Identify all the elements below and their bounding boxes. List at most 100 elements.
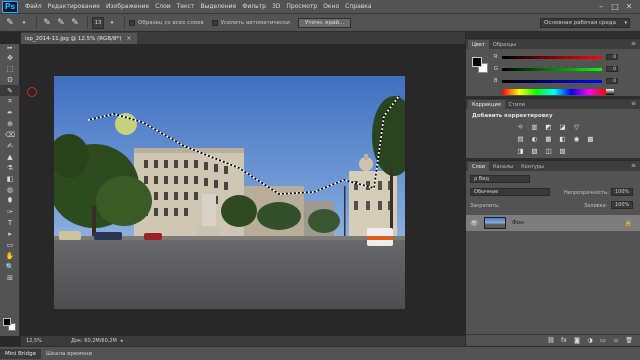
invert-icon[interactable]: ◨ [516, 147, 525, 155]
blue-track[interactable] [502, 79, 602, 83]
tab-mini-bridge[interactable]: Mini Bridge [0, 348, 41, 359]
posterize-icon[interactable]: ▧ [530, 147, 539, 155]
threshold-icon[interactable]: ◫ [544, 147, 553, 155]
new-adjustment-layer-icon[interactable]: ◑ [585, 337, 595, 345]
foreground-background-swatches[interactable] [3, 318, 17, 332]
color-balance-icon[interactable]: ◐ [530, 135, 539, 143]
visibility-eye-icon[interactable]: 👁 [468, 220, 480, 227]
workspace-select[interactable]: Основная рабочая среда ▾ [540, 18, 630, 28]
exposure-icon[interactable]: ◪ [558, 123, 567, 131]
menu-view[interactable]: Просмотр [283, 3, 320, 10]
opacity-field[interactable]: 100% [611, 188, 633, 196]
tab-channels[interactable]: Каналы [489, 162, 517, 171]
new-group-icon[interactable]: ▭ [598, 337, 608, 345]
curves-icon[interactable]: ◩ [544, 123, 553, 131]
document-image[interactable] [54, 76, 405, 309]
status-menu-arrow-icon[interactable]: ▸ [121, 338, 124, 344]
tab-swatches[interactable]: Образцы [489, 40, 520, 49]
panel-menu-icon[interactable]: ≡ [631, 162, 636, 169]
type-tool-icon[interactable]: T [0, 217, 20, 228]
channel-mixer-icon[interactable]: ◉ [572, 135, 581, 143]
menu-image[interactable]: Изображение [103, 3, 152, 10]
brush-size-picker[interactable]: 13 [92, 16, 104, 29]
menu-filter[interactable]: Фильтр [239, 3, 269, 10]
close-icon[interactable]: ✕ [624, 2, 634, 12]
color-lookup-icon[interactable]: ▩ [586, 135, 595, 143]
subtract-from-selection-icon[interactable]: ✎ [69, 17, 81, 29]
menu-select[interactable]: Выделение [197, 3, 239, 10]
levels-icon[interactable]: ▥ [530, 123, 539, 131]
red-value[interactable]: 0 [606, 54, 618, 60]
quick-selection-tool-icon[interactable]: ✎ [0, 85, 20, 96]
color-panel-swatches[interactable] [472, 57, 488, 73]
green-track[interactable] [502, 67, 602, 71]
panel-menu-icon[interactable]: ≡ [631, 40, 636, 47]
history-brush-tool-icon[interactable]: ▲ [0, 151, 20, 162]
blue-value[interactable]: 0 [606, 78, 618, 84]
screen-mode-icon[interactable]: ⊞ [0, 272, 20, 283]
zoom-level[interactable]: 12,5% [21, 338, 43, 344]
black-white-ramp[interactable] [606, 89, 614, 95]
menu-window[interactable]: Окно [320, 3, 342, 10]
tab-adjustments[interactable]: Коррекция [468, 100, 505, 109]
foreground-color-swatch[interactable] [3, 318, 11, 326]
panel-menu-icon[interactable]: ≡ [631, 100, 636, 107]
path-selection-tool-icon[interactable]: ▸ [0, 228, 20, 239]
pen-tool-icon[interactable]: ✑ [0, 206, 20, 217]
clone-stamp-tool-icon[interactable]: ✍ [0, 140, 20, 151]
chevron-down-icon[interactable]: ▾ [18, 17, 30, 29]
green-value[interactable]: 0 [606, 66, 618, 72]
minimize-icon[interactable]: – [596, 2, 606, 12]
blue-slider[interactable]: B 0 [494, 77, 634, 85]
maximize-icon[interactable]: □ [610, 2, 620, 12]
red-slider[interactable]: R 0 [494, 53, 634, 61]
gradient-map-icon[interactable]: ▨ [558, 147, 567, 155]
vibrance-icon[interactable]: ▽ [572, 123, 581, 131]
rectangle-tool-icon[interactable]: ▭ [0, 239, 20, 250]
auto-enhance-checkbox[interactable]: Усилить автоматически [211, 19, 290, 26]
menu-edit[interactable]: Редактирование [45, 3, 103, 10]
fill-field[interactable]: 100% [611, 201, 633, 209]
eraser-tool-icon[interactable]: ⚗ [0, 162, 20, 173]
add-to-selection-icon[interactable]: ✎ [55, 17, 67, 29]
hand-tool-icon[interactable]: ✋ [0, 250, 20, 261]
crop-tool-icon[interactable]: ⌗ [0, 96, 20, 107]
chevron-down-icon[interactable]: ▾ [106, 17, 118, 29]
gradient-tool-icon[interactable]: ◧ [0, 173, 20, 184]
collapse-panel-icon[interactable]: ▸▸ [0, 44, 20, 52]
layer-row[interactable]: 👁 Фон 🔒 [466, 215, 640, 231]
checkbox-box[interactable] [129, 19, 135, 26]
menu-file[interactable]: Файл [22, 3, 45, 10]
checkbox-box[interactable] [211, 19, 218, 26]
document-tab[interactable]: isp_2014-11.jpg @ 12,5% (RGB/8*) × [21, 33, 138, 44]
new-selection-icon[interactable]: ✎ [41, 17, 53, 29]
green-slider[interactable]: G 0 [494, 65, 634, 73]
dodge-tool-icon[interactable]: ⬮ [0, 195, 20, 206]
color-spectrum-bar[interactable] [502, 89, 606, 95]
brush-tool-icon[interactable]: ⌫ [0, 129, 20, 140]
healing-brush-tool-icon[interactable]: ⊕ [0, 118, 20, 129]
quick-selection-tool-icon[interactable]: ✎ [4, 17, 16, 29]
menu-layer[interactable]: Слои [152, 3, 174, 10]
photo-filter-icon[interactable]: ◧ [558, 135, 567, 143]
lasso-tool-icon[interactable]: ʘ [0, 74, 20, 85]
menu-type[interactable]: Текст [174, 3, 198, 10]
red-track[interactable] [502, 55, 602, 59]
zoom-tool-icon[interactable]: 🔍 [0, 261, 20, 272]
tab-styles[interactable]: Стили [505, 100, 529, 109]
move-tool-icon[interactable]: ✥ [0, 52, 20, 63]
black-white-icon[interactable]: ▦ [544, 135, 553, 143]
tab-color[interactable]: Цвет [468, 40, 489, 49]
tab-paths[interactable]: Контуры [517, 162, 548, 171]
tab-timeline[interactable]: Шкала времени [41, 349, 97, 359]
add-mask-icon[interactable]: ◙ [572, 337, 582, 345]
marquee-tool-icon[interactable]: ⬚ [0, 63, 20, 74]
hue-saturation-icon[interactable]: ▤ [516, 135, 525, 143]
new-layer-icon[interactable]: ▫ [611, 337, 621, 345]
foreground-color-swatch[interactable] [472, 57, 482, 67]
delete-layer-icon[interactable]: 🗑 [624, 337, 634, 345]
link-layers-icon[interactable]: ⛓ [546, 337, 556, 345]
tab-layers[interactable]: Слои [468, 162, 489, 171]
close-tab-icon[interactable]: × [126, 35, 131, 42]
menu-help[interactable]: Справка [342, 3, 374, 10]
